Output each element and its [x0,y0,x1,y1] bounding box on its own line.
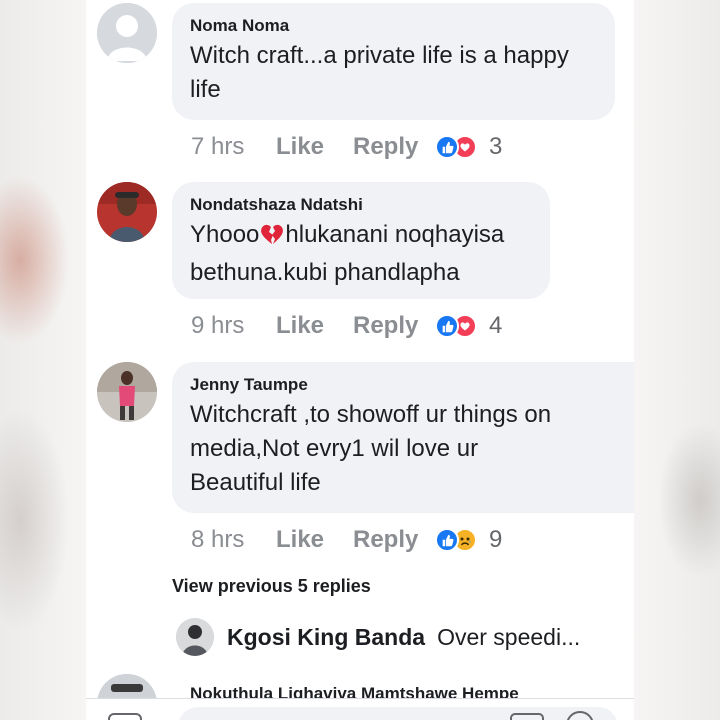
reaction-count: 9 [489,526,503,553]
comment-text-line: Witchcraft ,to showoff ur things on [190,401,552,428]
avatar-default[interactable] [97,3,157,63]
commenter-name[interactable]: Nondatshaza Ndatshi [190,194,532,216]
reaction-count: 4 [489,312,503,339]
avatar-photo[interactable] [97,674,157,700]
commenter-name[interactable]: Jenny Taumpe [190,374,634,396]
like-button[interactable]: Like [276,133,353,161]
comment-text-line: Yhooo hlukanani noqhayisa [190,218,532,256]
comment-thread: Noma Noma Witch craft...a private life i… [86,0,634,720]
comment-text: Witch craft...a private life is a happy … [190,39,597,107]
reactions-summary[interactable]: 3 [435,133,502,161]
like-reaction-icon [435,528,459,552]
reply-button[interactable]: Reply [353,312,435,340]
comment-text: Witchcraft ,to showoff ur things on medi… [190,398,634,500]
like-reaction-icon [435,135,459,159]
reply-preview[interactable]: Kgosi King Banda Over speedi... [176,618,580,656]
like-reaction-icon [435,314,459,338]
comment-time[interactable]: 9 hrs [191,312,276,340]
comment-text: Yhooo hlukanani noqhayisa bethuna.kubi ph… [190,218,532,290]
reaction-count: 3 [489,133,503,160]
profile-photo-icon [97,362,157,422]
reactions-summary[interactable]: 9 [435,526,502,554]
avatar-photo[interactable] [97,182,157,242]
comment-composer [86,698,634,720]
reply-author-name[interactable]: Kgosi King Banda [227,624,425,651]
reply-preview-text: Over speedi... [437,623,581,650]
view-previous-replies-link[interactable]: View previous 5 replies [172,576,371,597]
reply-button[interactable]: Reply [353,133,435,161]
profile-photo-icon [97,182,157,242]
comment-time[interactable]: 8 hrs [191,526,276,554]
comment-bubble: Nondatshaza Ndatshi Yhooo hlukanani noqha… [172,182,550,299]
avatar-photo[interactable] [97,362,157,422]
comment-item-partial: Nokuthula Lighaviva Mamtshawe Hempe [97,672,634,700]
profile-photo-icon [97,674,157,700]
comment-text-line: Beautiful life [190,469,321,496]
default-person-icon [97,3,157,63]
comment-text-line: Witch craft...a private life is a happy [190,42,569,69]
comment-text-line: life [190,76,221,103]
comment-text-line: bethuna.kubi phandlapha [190,259,460,286]
comment-text-prefix: Yhooo [190,221,260,248]
reactions-summary[interactable]: 4 [435,312,502,340]
camera-icon[interactable] [108,713,142,720]
reply-button[interactable]: Reply [353,526,435,554]
comment-text-line: media,Not evry1 wil love ur [190,435,479,462]
comment-time[interactable]: 7 hrs [191,133,276,161]
comment-bubble: Noma Noma Witch craft...a private life i… [172,3,615,120]
comment-actions: 7 hrs Like Reply 3 [191,131,502,163]
comment-bubble: Jenny Taumpe Witchcraft ,to showoff ur t… [172,362,634,513]
like-button[interactable]: Like [276,526,353,554]
avatar-photo[interactable] [176,618,214,656]
comment-text-rest: hlukanani noqhayisa [285,221,505,248]
gif-icon[interactable] [510,713,544,720]
like-button[interactable]: Like [276,312,353,340]
commenter-name[interactable]: Noma Noma [190,15,597,37]
comment-actions: 9 hrs Like Reply 4 [191,310,502,342]
broken-heart-icon [259,222,285,256]
comment-actions: 8 hrs Like Reply 9 [191,524,502,556]
profile-photo-icon [176,618,214,656]
comment-input[interactable] [178,707,618,720]
